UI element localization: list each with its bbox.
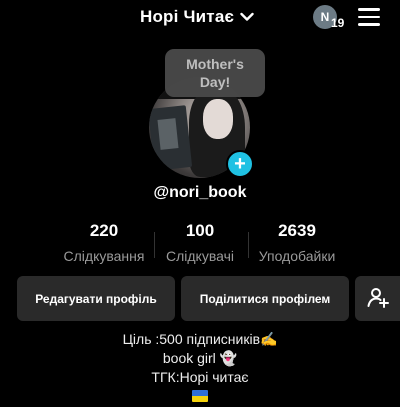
account-title: Норі Читає [140, 7, 235, 26]
stat-label: Слідкувачі [165, 248, 234, 264]
share-profile-label: Поділитися профілем [199, 291, 331, 306]
stat-label: Уподобайки [258, 248, 336, 264]
bio-line: ТГК:Норі читає [151, 369, 249, 385]
stat-likes[interactable]: 2639 Уподобайки [252, 220, 342, 265]
share-profile-button[interactable]: Поділитися профілем [181, 276, 349, 321]
bio-line: Ціль :500 підписників✍️ [122, 331, 278, 347]
divider [154, 232, 155, 258]
menu-icon[interactable] [358, 8, 380, 26]
profile-screen: Норі Читає N 19 + Mother's Day! @nori_boo… [0, 0, 400, 407]
chevron-down-icon [240, 12, 254, 22]
stat-value: 100 [185, 221, 215, 240]
notification-avatar-letter: N [320, 10, 330, 24]
username: @nori_book [153, 184, 247, 201]
event-tooltip: Mother's Day! [165, 49, 265, 97]
stat-followers[interactable]: 100 Слідкувачі [160, 220, 240, 265]
plus-icon: + [234, 153, 246, 175]
bio-line: book girl 👻 [162, 350, 238, 366]
account-switcher[interactable]: Норі Читає [140, 6, 254, 28]
add-user-icon [366, 285, 390, 312]
stat-value: 2639 [278, 221, 316, 240]
stat-label: Слідкування [63, 248, 145, 264]
edit-profile-label: Редагувати профіль [35, 291, 157, 306]
header: Норі Читає N 19 [0, 0, 400, 36]
ukraine-flag-icon [192, 390, 208, 402]
add-story-button[interactable]: + [226, 150, 254, 178]
tooltip-text: Mother's Day! [186, 56, 244, 90]
stat-value: 220 [89, 221, 119, 240]
add-friend-button[interactable] [355, 276, 400, 321]
edit-profile-button[interactable]: Редагувати профіль [17, 276, 175, 321]
stat-following[interactable]: 220 Слідкування [60, 220, 148, 265]
divider [248, 232, 249, 258]
notification-count: 19 [331, 16, 345, 30]
